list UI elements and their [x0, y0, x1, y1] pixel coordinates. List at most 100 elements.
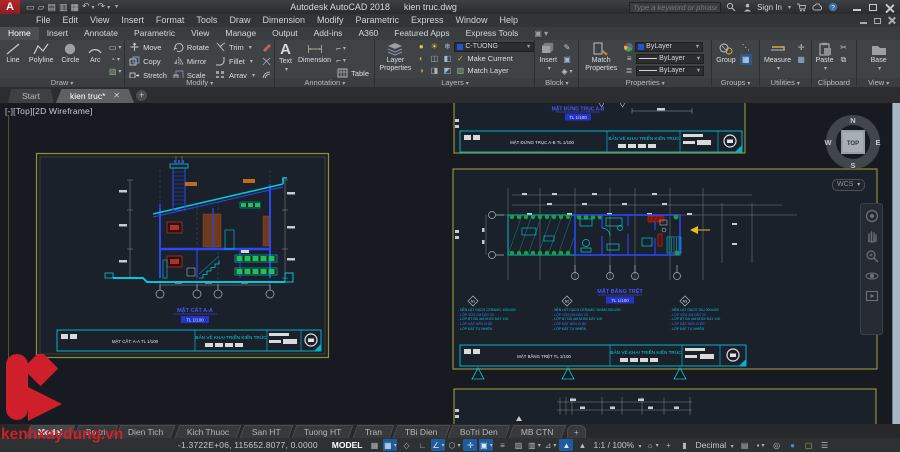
minimize-icon[interactable]	[853, 9, 861, 11]
lineweight-icon[interactable]: ≡	[495, 439, 509, 451]
text-button[interactable]: A Text▾	[277, 41, 294, 74]
app-menu-button[interactable]: A	[0, 0, 20, 14]
measure-button[interactable]: Measure▾	[762, 41, 793, 73]
copy-button[interactable]: Copy	[127, 55, 169, 67]
leader-icon[interactable]: ⌐▾	[335, 43, 347, 54]
doc-restore-icon[interactable]	[874, 18, 881, 24]
wcs-menu[interactable]: WCS ▾	[832, 179, 865, 191]
rotate-button[interactable]: Rotate	[171, 41, 211, 53]
layer-prev-icon[interactable]: ◩	[441, 65, 453, 76]
annotation-panel-label[interactable]: Annotation▾	[275, 78, 374, 87]
layout-tab-tbi-dien[interactable]: TBi Dien	[392, 425, 449, 438]
layer-unisolate-icon[interactable]: ◑	[415, 65, 427, 76]
tab-close-icon[interactable]: ✕	[113, 89, 120, 103]
menu-express[interactable]: Express	[405, 14, 450, 27]
draw-panel-label[interactable]: Draw▾	[0, 78, 124, 87]
match-properties-button[interactable]: Match Properties	[581, 41, 621, 73]
sign-in-label[interactable]: Sign In	[757, 3, 782, 12]
save-icon[interactable]: ▤	[47, 0, 56, 14]
a360-cloud-icon[interactable]	[811, 1, 823, 13]
menu-draw[interactable]: Draw	[223, 14, 256, 27]
ribbon-tab-manage[interactable]: Manage	[217, 27, 264, 40]
layer-properties-button[interactable]: Layer Properties	[377, 41, 413, 73]
mirror-button[interactable]: Mirror	[171, 55, 211, 67]
layout-tab-san-ht[interactable]: San HT	[240, 425, 294, 438]
layout-tab-dien-tich[interactable]: Dien Tich	[116, 425, 176, 438]
properties-panel-label[interactable]: Properties▾	[579, 78, 711, 87]
open-icon[interactable]: ▱	[38, 0, 45, 14]
block-panel-label[interactable]: Block▾	[535, 78, 578, 87]
ribbon-tab-featured-apps[interactable]: Featured Apps	[386, 27, 457, 40]
annotation-scale-button[interactable]: 1:1 / 100% ▾	[590, 440, 644, 450]
plot-icon[interactable]: ▦	[70, 0, 79, 14]
rectangle-tool-icon[interactable]: ▭▾	[109, 42, 121, 53]
base-button[interactable]: Base▾	[869, 41, 889, 73]
erase-button[interactable]	[259, 41, 274, 53]
app-store-icon[interactable]	[795, 1, 807, 13]
menu-insert[interactable]: Insert	[115, 14, 150, 27]
quick-calc-icon[interactable]: ▦	[795, 54, 807, 65]
undo-icon[interactable]: ↶▾	[82, 0, 95, 15]
menu-help[interactable]: Help	[494, 14, 525, 27]
viewport-controls-label[interactable]: [-][Top][2D Wireframe]	[5, 106, 93, 116]
layer-walk-icon[interactable]: ◨	[428, 65, 440, 76]
infer-constraints-icon[interactable]: ◇	[399, 439, 413, 451]
search-input[interactable]	[629, 2, 721, 13]
search-icon[interactable]	[725, 1, 737, 13]
move-button[interactable]: Move	[127, 41, 169, 53]
save-as-icon[interactable]: ▥	[59, 0, 68, 14]
ribbon-tab-annotate[interactable]: Annotate	[76, 27, 126, 40]
vertical-scrollbar[interactable]	[892, 103, 900, 424]
modify-panel-label[interactable]: Modify▾	[125, 78, 274, 87]
object-isolate-icon[interactable]: ◎	[770, 439, 784, 451]
lock-ui-icon[interactable]: ▪▾	[754, 439, 768, 451]
pan-icon[interactable]	[865, 229, 879, 243]
grid-icon[interactable]: ▦	[367, 439, 381, 451]
block-edit-icon[interactable]: ✎	[561, 42, 573, 53]
navigation-wheel-icon[interactable]	[865, 209, 879, 223]
menu-file[interactable]: File	[30, 14, 57, 27]
utilities-panel-label[interactable]: Utilities▾	[760, 78, 811, 87]
paste-button[interactable]: Paste▾	[814, 41, 836, 73]
object-snap-tracking-icon[interactable]: ✛	[463, 439, 477, 451]
menu-tools[interactable]: Tools	[190, 14, 223, 27]
circle-button[interactable]: Circle	[59, 41, 81, 66]
lineweight-select[interactable]: ByLayer ▼	[636, 54, 704, 64]
layers-panel-label[interactable]: Layers▾	[375, 78, 534, 87]
quick-properties-icon[interactable]: ▤	[738, 439, 752, 451]
show-motion-icon[interactable]	[865, 289, 879, 303]
ribbon-tab-output[interactable]: Output	[264, 27, 306, 40]
multileader-icon[interactable]: ⌐▾	[335, 55, 347, 66]
viewcube-east[interactable]: E	[875, 138, 880, 147]
layer-lock-icon[interactable]: ◧	[441, 53, 453, 64]
viewcube-north[interactable]: N	[850, 116, 855, 125]
menu-modify[interactable]: Modify	[311, 14, 350, 27]
ribbon-tab-addins[interactable]: Add-ins	[306, 27, 351, 40]
sign-in-icon[interactable]	[741, 1, 753, 13]
doc-close-icon[interactable]	[888, 17, 895, 24]
explode-button[interactable]	[259, 55, 274, 67]
ungroup-icon[interactable]: ⋱	[740, 42, 752, 53]
graphics-performance-icon[interactable]: ●	[786, 439, 800, 451]
menu-format[interactable]: Format	[150, 14, 191, 27]
menu-edit[interactable]: Edit	[57, 14, 85, 27]
object-color-select[interactable]: ByLayer ▼	[635, 42, 703, 52]
ellipse-tool-icon[interactable]: ◔▾	[109, 54, 121, 65]
object-snap-icon[interactable]: ▣▾	[479, 439, 493, 451]
file-tab-kien-truc[interactable]: kien truc*✕	[56, 89, 134, 103]
maximize-icon[interactable]	[869, 4, 877, 11]
layout-tab-tran[interactable]: Tran	[352, 425, 394, 438]
fillet-button[interactable]: Fillet▾	[213, 55, 257, 67]
line-button[interactable]: Line	[3, 41, 23, 66]
ribbon-tab-express-tools[interactable]: Express Tools	[458, 27, 527, 40]
layout-tab-kich-thuoc[interactable]: Kich Thuoc	[174, 425, 241, 438]
workspace-switching-icon[interactable]: ☼▾	[646, 439, 660, 451]
clean-screen-icon[interactable]: ▢	[802, 439, 816, 451]
viewcube-top-face[interactable]: TOP	[847, 141, 859, 147]
group-edit-icon[interactable]: ▦	[740, 54, 752, 65]
layout-tab-bo-tri[interactable]: Bo tri	[73, 425, 118, 438]
ribbon-tab-insert[interactable]: Insert	[39, 27, 76, 40]
snap-icon[interactable]: ▦▾	[383, 439, 397, 451]
menu-window[interactable]: Window	[450, 14, 494, 27]
hatch-tool-icon[interactable]: ▨▾	[109, 66, 121, 77]
